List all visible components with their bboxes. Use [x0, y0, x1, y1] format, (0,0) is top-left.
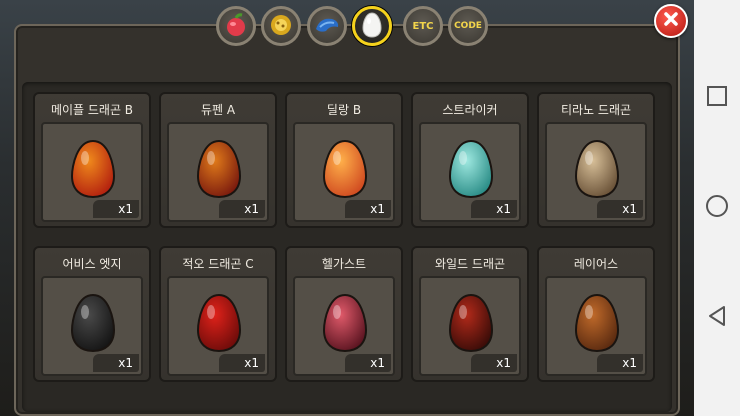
egg-card[interactable]: 듀펜 A x1: [159, 92, 277, 228]
egg-icon: [571, 292, 623, 354]
egg-quantity: x1: [345, 354, 391, 372]
tab-etc[interactable]: ETC: [403, 6, 443, 46]
egg-slot: x1: [419, 276, 521, 376]
triangle-back-icon: [706, 304, 728, 332]
egg-icon: [193, 292, 245, 354]
egg-icon: [319, 138, 371, 200]
egg-slot: x1: [167, 276, 269, 376]
egg-quantity: x1: [597, 354, 643, 372]
egg-card[interactable]: 헬가스트 x1: [285, 246, 403, 382]
egg-name: 티라노 드래곤: [560, 103, 632, 117]
egg-slot: x1: [167, 122, 269, 222]
egg-slot: x1: [545, 276, 647, 376]
egg-quantity: x1: [471, 354, 517, 372]
egg-slot: x1: [41, 276, 143, 376]
egg-quantity: x1: [597, 200, 643, 218]
tab-code-label: CODE: [454, 21, 482, 31]
tab-blue[interactable]: [307, 6, 347, 46]
egg-slot: x1: [545, 122, 647, 222]
egg-card[interactable]: 티라노 드래곤 x1: [537, 92, 655, 228]
egg-slot: x1: [41, 122, 143, 222]
blue-bird-icon: [314, 15, 340, 38]
egg-card[interactable]: 적오 드래곤 C x1: [159, 246, 277, 382]
back-button[interactable]: [694, 298, 740, 338]
android-nav-bar: [694, 0, 740, 416]
square-icon: [706, 85, 728, 111]
close-icon: [663, 11, 679, 31]
egg-card[interactable]: 스트라이커 x1: [411, 92, 529, 228]
egg-card[interactable]: 레이어스 x1: [537, 246, 655, 382]
egg-card[interactable]: 어비스 엣지 x1: [33, 246, 151, 382]
egg-slot: x1: [293, 276, 395, 376]
egg-name: 듀펜 A: [200, 103, 236, 117]
egg-name: 어비스 엣지: [62, 257, 122, 271]
recent-apps-button[interactable]: [694, 78, 740, 118]
tab-fruit[interactable]: [216, 6, 256, 46]
tab-code[interactable]: CODE: [448, 6, 488, 46]
egg-icon: [445, 292, 497, 354]
egg-name: 헬가스트: [321, 257, 367, 271]
egg-icon: [445, 138, 497, 200]
egg-name: 와일드 드래곤: [434, 257, 506, 271]
egg-slot: x1: [293, 122, 395, 222]
egg-name: 스트라이커: [442, 103, 498, 117]
egg-quantity: x1: [93, 200, 139, 218]
egg-card[interactable]: 와일드 드래곤 x1: [411, 246, 529, 382]
egg-card[interactable]: 딜랑 B x1: [285, 92, 403, 228]
egg-quantity: x1: [219, 354, 265, 372]
egg-quantity: x1: [219, 200, 265, 218]
egg-name: 딜랑 B: [326, 103, 362, 117]
egg-slot: x1: [419, 122, 521, 222]
egg-name: 메이플 드래곤 B: [50, 103, 134, 117]
egg-icon: [571, 138, 623, 200]
egg-name: 적오 드래곤 C: [182, 257, 254, 271]
tab-etc-label: ETC: [412, 20, 434, 32]
egg-icon: [319, 292, 371, 354]
gold-leaf-icon: [269, 13, 293, 40]
red-fruit-icon: [225, 12, 247, 40]
egg-quantity: x1: [93, 354, 139, 372]
egg-icon: [362, 11, 382, 41]
tab-gold[interactable]: [261, 6, 301, 46]
tab-egg[interactable]: [352, 6, 392, 46]
egg-icon: [193, 138, 245, 200]
egg-icon: [67, 292, 119, 354]
egg-icon: [67, 138, 119, 200]
circle-icon: [705, 194, 729, 222]
egg-name: 레이어스: [573, 257, 619, 271]
egg-quantity: x1: [471, 200, 517, 218]
egg-card[interactable]: 메이플 드래곤 B x1: [33, 92, 151, 228]
home-button[interactable]: [694, 188, 740, 228]
close-button[interactable]: [654, 4, 688, 38]
egg-quantity: x1: [345, 200, 391, 218]
